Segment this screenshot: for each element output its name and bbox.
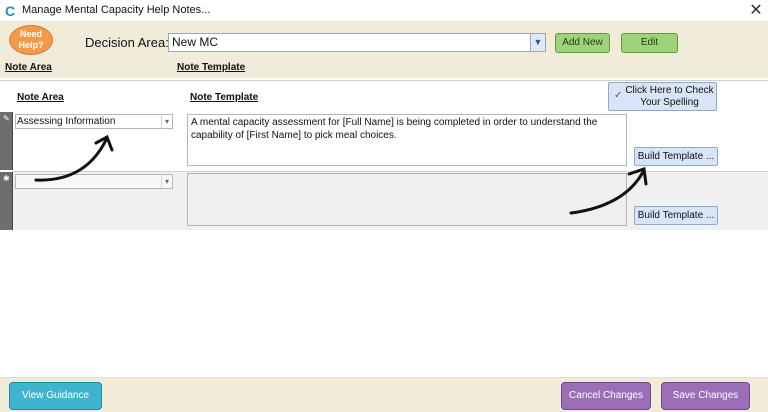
need-help-line1: Need <box>19 29 42 39</box>
window-title: Manage Mental Capacity Help Notes... <box>22 4 211 16</box>
save-changes-button[interactable]: Save Changes <box>661 382 750 410</box>
header-note-template-label: Note Template <box>177 62 246 73</box>
grid-column-note-area: Note Area <box>17 92 64 103</box>
decision-area-select[interactable] <box>168 33 546 52</box>
chevron-down-icon[interactable]: ▾ <box>161 115 172 128</box>
note-area-select[interactable] <box>15 174 173 189</box>
footer-panel <box>0 377 768 412</box>
chevron-down-icon[interactable]: ▼ <box>530 34 545 51</box>
new-row-icon: ✱ <box>3 174 10 183</box>
decision-area-value: New MC <box>172 35 219 49</box>
grid-column-note-template: Note Template <box>190 92 259 103</box>
spell-check-icon: ✓ <box>614 90 623 101</box>
view-guidance-button[interactable]: View Guidance <box>9 382 102 410</box>
note-template-textarea[interactable]: A mental capacity assessment for [Full N… <box>187 114 627 166</box>
spell-check-button[interactable]: Click Here to Check Your Spelling <box>608 82 717 111</box>
app-logo-icon: C <box>5 3 16 19</box>
note-template-textarea[interactable] <box>187 173 627 226</box>
note-area-value: Assessing Information <box>17 116 116 127</box>
header-note-area-label: Note Area <box>5 62 52 73</box>
add-new-button[interactable]: Add New <box>555 33 610 53</box>
close-icon[interactable]: ✕ <box>746 1 766 21</box>
chevron-down-icon[interactable]: ▾ <box>161 175 172 188</box>
edit-pencil-icon: ✎ <box>3 114 10 123</box>
build-template-button[interactable]: Build Template ... <box>634 206 718 225</box>
need-help-line2: Help? <box>18 40 44 50</box>
edit-button[interactable]: Edit <box>621 33 678 53</box>
cancel-changes-button[interactable]: Cancel Changes <box>561 382 651 410</box>
need-help-button[interactable]: Need Help? <box>9 25 53 55</box>
decision-area-label: Decision Area: <box>85 35 169 50</box>
build-template-button[interactable]: Build Template ... <box>634 147 718 166</box>
